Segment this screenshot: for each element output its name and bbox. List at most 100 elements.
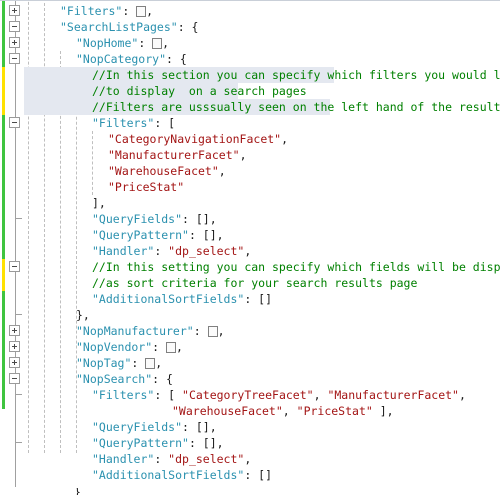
code-line-content: "QueryPattern": [], xyxy=(92,435,224,451)
code-line[interactable]: "WarehouseFacet", "PriceStat" ], xyxy=(0,403,500,419)
code-line[interactable]: "Handler": "dp_select", xyxy=(0,243,500,259)
code-line-content: "NopCategory": { xyxy=(76,51,187,67)
code-punctuation: : [] xyxy=(244,468,273,482)
code-line[interactable]: "NopVendor": , xyxy=(0,339,500,355)
code-line[interactable]: "AdditionalSortFields": [] xyxy=(0,291,500,307)
code-line[interactable]: "CategoryNavigationFacet", xyxy=(0,131,500,147)
code-line[interactable]: "QueryPattern": [], xyxy=(0,227,500,243)
code-line-content: "Handler": "dp_select", xyxy=(92,451,251,467)
code-line-content: "NopTag": , xyxy=(76,355,162,371)
code-line-content: "NopVendor": , xyxy=(76,339,183,355)
code-punctuation: : xyxy=(152,340,167,354)
code-line[interactable]: //to display on a search pages xyxy=(0,83,500,99)
code-line-content: //In this section you can specify which … xyxy=(92,67,500,83)
code-comment: //Filters are usssually seen on the left… xyxy=(92,100,500,114)
code-line[interactable]: //In this setting you can specify which … xyxy=(0,259,500,275)
code-line-content: //as sort criteria for your search resul… xyxy=(92,275,417,291)
code-line[interactable]: "NopHome": , xyxy=(0,35,500,51)
code-punctuation: : [] xyxy=(244,292,273,306)
json-key: "Filters" xyxy=(60,4,123,18)
json-key: "NopTag" xyxy=(76,356,132,370)
code-editor-pane[interactable]: {"DevCommerce.Search": {"Filters": ,"Sea… xyxy=(0,0,500,500)
code-comment: //as sort criteria for your search resul… xyxy=(92,276,418,290)
code-punctuation: , xyxy=(162,36,170,50)
code-line-content: "PriceStat" xyxy=(108,179,184,195)
code-line-content: //to display on a search pages xyxy=(92,83,307,99)
code-punctuation: : xyxy=(154,452,169,466)
code-punctuation: : [], xyxy=(188,228,224,242)
code-line[interactable]: "SearchListPages": { xyxy=(0,19,500,35)
json-key: "Handler" xyxy=(92,452,155,466)
code-line[interactable]: "NopTag": , xyxy=(0,355,500,371)
code-punctuation: , xyxy=(281,132,289,146)
code-line-content: "NopHome": , xyxy=(76,35,169,51)
code-line[interactable]: "NopCategory": { xyxy=(0,51,500,67)
code-comment: //to display on a search pages xyxy=(92,84,307,98)
code-line[interactable]: "NopManufacturer": , xyxy=(0,323,500,339)
code-line[interactable]: "ManufacturerFacet", xyxy=(0,147,500,163)
code-line[interactable]: }, xyxy=(0,307,500,323)
code-line-content: "Filters": [ xyxy=(92,115,175,131)
collapsed-region-box[interactable] xyxy=(136,6,147,17)
code-line-content: "SearchListPages": { xyxy=(60,19,198,35)
collapsed-region-box[interactable] xyxy=(166,342,177,353)
code-punctuation: , xyxy=(313,388,328,402)
code-line[interactable]: "QueryFields": [], xyxy=(0,211,500,227)
code-punctuation: ], xyxy=(92,196,106,210)
json-key: "QueryPattern" xyxy=(92,436,189,450)
code-line[interactable]: "PriceStat" xyxy=(0,179,500,195)
code-punctuation: : xyxy=(193,324,208,338)
collapsed-region-box[interactable] xyxy=(207,326,218,337)
code-line[interactable]: "AdditionalSortFields": [] xyxy=(0,467,500,483)
code-line[interactable]: "Filters": , xyxy=(0,3,500,19)
json-string-value: "dp_select" xyxy=(168,452,245,466)
json-key: "Filters" xyxy=(92,388,155,402)
json-key: "AdditionalSortFields" xyxy=(92,468,245,482)
json-string-value: "CategoryNavigationFacet" xyxy=(108,132,282,146)
code-line-content: "AdditionalSortFields": [] xyxy=(92,467,272,483)
code-punctuation: : [], xyxy=(188,436,224,450)
code-line[interactable]: "Handler": "dp_select", xyxy=(0,451,500,467)
code-line[interactable]: ], xyxy=(0,195,500,211)
json-string-value: "dp_select" xyxy=(168,244,245,258)
json-key: "NopSearch" xyxy=(76,372,153,386)
json-key: "NopVendor" xyxy=(76,340,153,354)
code-line[interactable]: "Filters": [ xyxy=(0,115,500,131)
json-key: "SearchListPages" xyxy=(60,20,178,34)
code-line-content: "QueryFields": [], xyxy=(92,211,217,227)
code-line-content: "NopSearch": { xyxy=(76,371,173,387)
code-punctuation: , xyxy=(217,324,225,338)
code-line[interactable]: "Filters": [ "CategoryTreeFacet", "Manuf… xyxy=(0,387,500,403)
code-punctuation: , xyxy=(244,452,252,466)
json-key: "QueryFields" xyxy=(92,212,183,226)
code-line-content: "WarehouseFacet", xyxy=(108,163,226,179)
json-string-value: "ManufacturerFacet" xyxy=(108,148,240,162)
code-line[interactable]: "QueryPattern": [], xyxy=(0,435,500,451)
code-punctuation: : { xyxy=(182,1,203,2)
json-string-value: "CategoryTreeFacet" xyxy=(182,388,314,402)
code-line-content: ], xyxy=(92,195,106,211)
json-string-value: "PriceStat" xyxy=(296,404,373,418)
code-line[interactable]: "WarehouseFacet", xyxy=(0,163,500,179)
collapsed-region-box[interactable] xyxy=(145,358,156,369)
code-line-content: "WarehouseFacet", "PriceStat" ], xyxy=(172,403,394,419)
json-key: "QueryFields" xyxy=(92,420,183,434)
json-key: "Filters" xyxy=(92,116,155,130)
code-line[interactable]: "QueryFields": [], xyxy=(0,419,500,435)
code-line-content: "CategoryNavigationFacet", xyxy=(108,131,288,147)
code-punctuation: : [ xyxy=(154,116,176,130)
code-punctuation: : [], xyxy=(182,420,217,434)
json-string-value: "ManufacturerFacet" xyxy=(327,388,459,402)
collapsed-region-box[interactable] xyxy=(152,38,163,49)
code-line-content: "NopManufacturer": , xyxy=(76,323,225,339)
code-line[interactable]: //Filters are usssually seen on the left… xyxy=(0,99,500,115)
code-punctuation: , xyxy=(176,340,183,354)
code-punctuation: : { xyxy=(152,372,173,386)
code-line-content: "Handler": "dp_select", xyxy=(92,243,251,259)
code-line[interactable]: //In this section you can specify which … xyxy=(0,67,500,83)
code-line[interactable]: //as sort criteria for your search resul… xyxy=(0,275,500,291)
json-key: "QueryPattern" xyxy=(92,228,189,242)
code-punctuation: , xyxy=(239,148,247,162)
json-key: "NopManufacturer" xyxy=(76,324,194,338)
code-line[interactable]: "NopSearch": { xyxy=(0,371,500,387)
